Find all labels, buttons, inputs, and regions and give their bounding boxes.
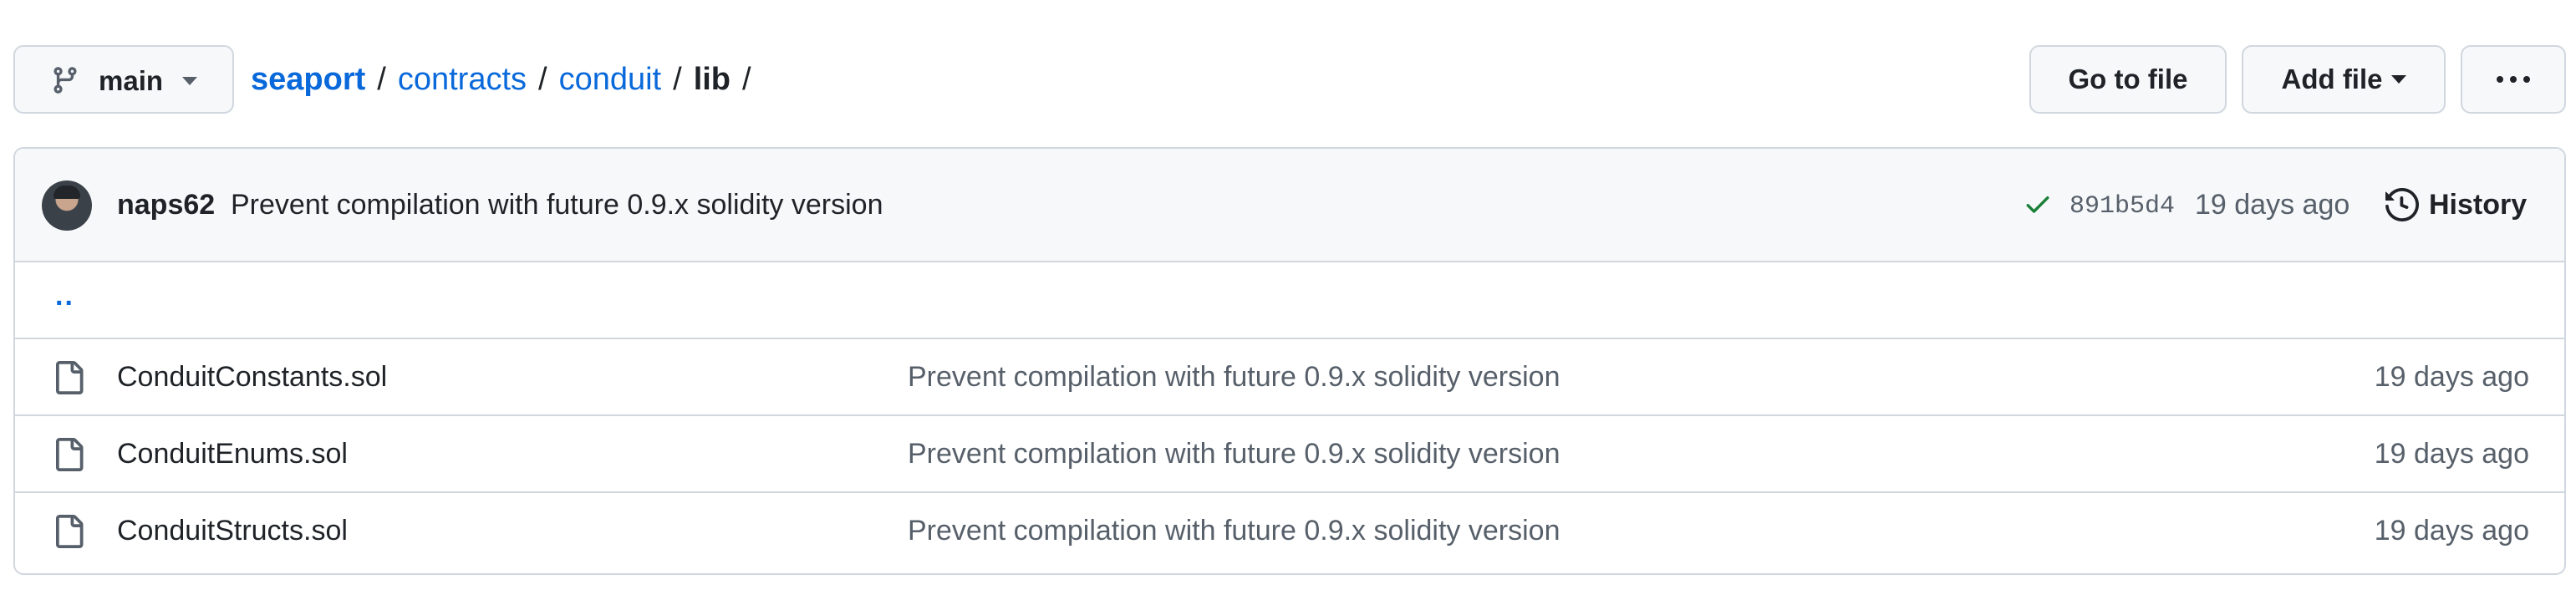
git-branch-icon bbox=[53, 67, 77, 94]
branch-selector-button[interactable]: main bbox=[13, 45, 234, 114]
add-file-button[interactable]: Add file bbox=[2242, 45, 2446, 114]
kebab-horizontal-icon bbox=[2497, 76, 2530, 83]
chevron-down-icon bbox=[2390, 75, 2406, 84]
file-name-link[interactable]: ConduitEnums.sol bbox=[117, 436, 348, 471]
chevron-down-icon bbox=[182, 77, 197, 85]
file-icon bbox=[56, 361, 84, 394]
commit-date: 19 days ago bbox=[2195, 189, 2350, 221]
breadcrumb-repo-link[interactable]: seaport bbox=[251, 60, 365, 99]
breadcrumb: seaport / contracts / conduit / lib / bbox=[251, 60, 763, 99]
breadcrumb-separator: / bbox=[673, 62, 682, 97]
breadcrumb-separator: / bbox=[538, 62, 547, 97]
file-commit-message-link[interactable]: Prevent compilation with future 0.9.x so… bbox=[908, 436, 1560, 471]
table-row[interactable]: ConduitConstants.sol Prevent compilation… bbox=[15, 339, 2564, 416]
latest-commit-bar: naps62 Prevent compilation with future 0… bbox=[15, 149, 2564, 262]
file-icon bbox=[56, 515, 84, 548]
commit-author-link[interactable]: naps62 bbox=[117, 187, 215, 222]
breadcrumb-separator: / bbox=[377, 62, 386, 97]
file-name-link[interactable]: ConduitConstants.sol bbox=[117, 359, 387, 394]
file-browser: naps62 Prevent compilation with future 0… bbox=[13, 147, 2566, 575]
file-commit-message-link[interactable]: Prevent compilation with future 0.9.x so… bbox=[908, 359, 1560, 394]
table-row[interactable]: ConduitStructs.sol Prevent compilation w… bbox=[15, 493, 2564, 570]
breadcrumb-conduit-link[interactable]: conduit bbox=[559, 60, 662, 99]
history-link[interactable]: History bbox=[2385, 186, 2527, 224]
add-file-label: Add file bbox=[2281, 64, 2383, 94]
go-to-file-button[interactable]: Go to file bbox=[2029, 45, 2227, 114]
file-commit-age: 19 days ago bbox=[2374, 438, 2529, 470]
more-options-button[interactable] bbox=[2461, 45, 2566, 114]
file-icon bbox=[56, 438, 84, 471]
parent-directory-link[interactable]: .. bbox=[55, 279, 74, 313]
table-row[interactable]: ConduitEnums.sol Prevent compilation wit… bbox=[15, 416, 2564, 493]
file-commit-message-link[interactable]: Prevent compilation with future 0.9.x so… bbox=[908, 513, 1560, 548]
breadcrumb-contracts-link[interactable]: contracts bbox=[398, 60, 527, 99]
history-icon bbox=[2385, 188, 2419, 221]
commit-message-link[interactable]: Prevent compilation with future 0.9.x so… bbox=[231, 187, 883, 222]
commit-sha-link[interactable]: 891b5d4 bbox=[2069, 191, 2175, 222]
history-label: History bbox=[2429, 188, 2528, 221]
avatar[interactable] bbox=[42, 180, 92, 231]
file-commit-age: 19 days ago bbox=[2374, 361, 2529, 393]
breadcrumb-separator: / bbox=[742, 62, 751, 97]
breadcrumb-current: lib bbox=[693, 62, 731, 97]
parent-directory-row[interactable]: .. bbox=[15, 262, 2564, 339]
repo-toolbar: main seaport / contracts / conduit / lib… bbox=[13, 45, 2566, 114]
file-commit-age: 19 days ago bbox=[2374, 515, 2529, 547]
file-name-link[interactable]: ConduitStructs.sol bbox=[117, 513, 348, 548]
check-icon[interactable] bbox=[2023, 189, 2053, 219]
go-to-file-label: Go to file bbox=[2068, 64, 2188, 94]
branch-name: main bbox=[99, 65, 164, 96]
